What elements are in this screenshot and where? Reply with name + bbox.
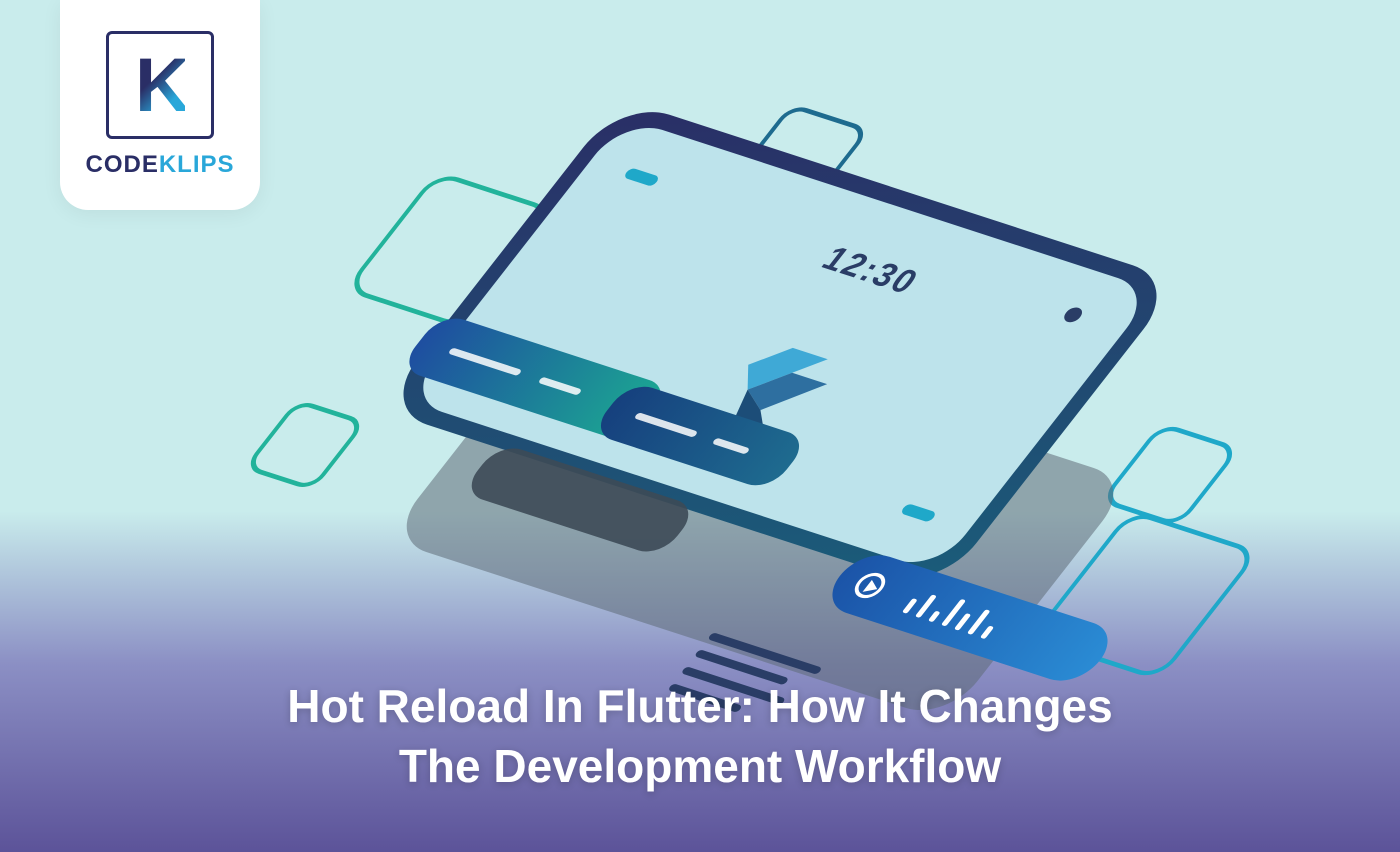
article-title: Hot Reload In Flutter: How It Changes Th… bbox=[0, 677, 1400, 797]
waveform-icon bbox=[902, 586, 1005, 639]
phone-illustration: 12:30 bbox=[280, 80, 1180, 700]
phone-accent-icon bbox=[900, 503, 938, 523]
logo-word-klips: KLIPS bbox=[159, 151, 235, 178]
logo-mark-icon: K bbox=[106, 31, 214, 139]
logo-word-code: CODE bbox=[85, 151, 158, 178]
hero-banner: K CODEKLIPS 12:30 bbox=[0, 0, 1400, 852]
phone-camera-icon bbox=[1061, 306, 1086, 325]
logo-text: CODEKLIPS bbox=[85, 151, 234, 179]
play-icon bbox=[849, 570, 892, 602]
decor-square-icon bbox=[243, 399, 368, 492]
logo-letter: K bbox=[135, 42, 185, 129]
title-line-1: Hot Reload In Flutter: How It Changes bbox=[0, 677, 1400, 737]
decor-square-icon bbox=[1099, 422, 1242, 528]
logo-badge: K CODEKLIPS bbox=[60, 0, 260, 210]
phone-accent-icon bbox=[623, 167, 661, 187]
title-line-2: The Development Workflow bbox=[0, 737, 1400, 797]
phone-time: 12:30 bbox=[813, 240, 926, 302]
